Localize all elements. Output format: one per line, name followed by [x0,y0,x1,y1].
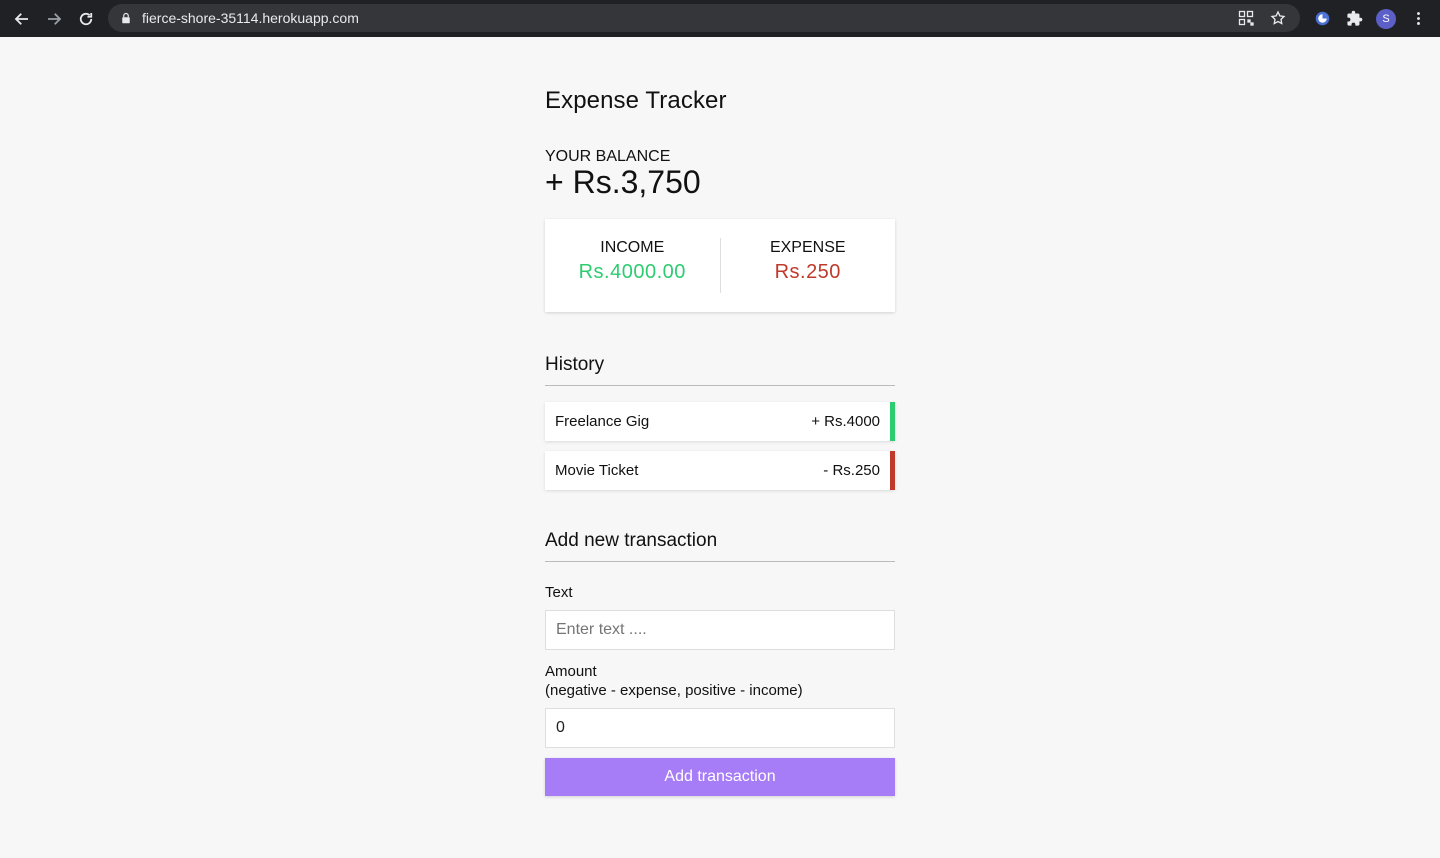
transaction-list: Freelance Gig + Rs.4000 Movie Ticket - R… [545,401,895,490]
kebab-menu-icon[interactable] [1402,3,1434,35]
income-amount: Rs.4000.00 [578,260,686,283]
lock-icon [120,11,134,25]
transaction-text: Movie Ticket [555,461,639,479]
add-transaction-button[interactable]: Add transaction [545,757,895,796]
text-label: Text [545,583,573,601]
expense-label: EXPENSE [769,238,846,256]
forward-arrow-icon[interactable] [38,3,70,35]
reload-icon[interactable] [70,3,102,35]
add-transaction-heading: Add new transaction [545,530,895,562]
list-item[interactable]: Freelance Gig + Rs.4000 [545,401,895,441]
income-label: INCOME [600,238,665,256]
income-expense-card: INCOME Rs.4000.00 EXPENSE Rs.250 [545,218,896,312]
amount-label: Amount (negative - expense, positive - i… [545,662,895,700]
balance-section: YOUR BALANCE + Rs.3,750 [545,148,895,200]
expense-column: EXPENSE Rs.250 [719,237,896,293]
expense-tracker-app: Expense Tracker YOUR BALANCE + Rs.3,750 … [545,37,895,796]
list-item[interactable]: Movie Ticket - Rs.250 [545,450,895,490]
extension-circle-icon[interactable] [1306,3,1338,35]
transaction-text: Freelance Gig [555,412,650,430]
amount-label-text: Amount [545,662,597,680]
add-transaction-form: Text Enter text .... Amount (negative - … [545,583,895,796]
url-text: fierce-shore-35114.herokuapp.com [142,10,359,26]
history-section: History Freelance Gig + Rs.4000 Movie Ti… [545,354,895,490]
profile-avatar[interactable]: S [1370,3,1402,35]
avatar: S [1376,8,1396,29]
transaction-amount: + Rs.4000 [811,412,880,430]
bookmark-star-icon[interactable] [1262,4,1294,32]
add-transaction-section: Add new transaction Text Enter text ....… [545,530,895,796]
page-title: Expense Tracker [545,87,727,114]
browser-toolbar: fierce-shore-35114.herokuapp.com S [0,0,1440,37]
transaction-amount: - Rs.250 [823,461,880,479]
text-input[interactable]: Enter text .... [545,609,895,650]
expense-amount: Rs.250 [774,260,841,283]
back-arrow-icon[interactable] [6,3,38,35]
puzzle-extensions-icon[interactable] [1338,3,1370,35]
amount-input[interactable]: 0 [545,707,895,748]
history-heading: History [545,354,895,386]
qr-code-icon[interactable] [1230,4,1262,32]
amount-hint: (negative - expense, positive - income) [545,681,803,699]
income-column: INCOME Rs.4000.00 [545,219,720,312]
address-bar[interactable]: fierce-shore-35114.herokuapp.com [108,4,1300,32]
balance-amount: + Rs.3,750 [545,164,701,200]
